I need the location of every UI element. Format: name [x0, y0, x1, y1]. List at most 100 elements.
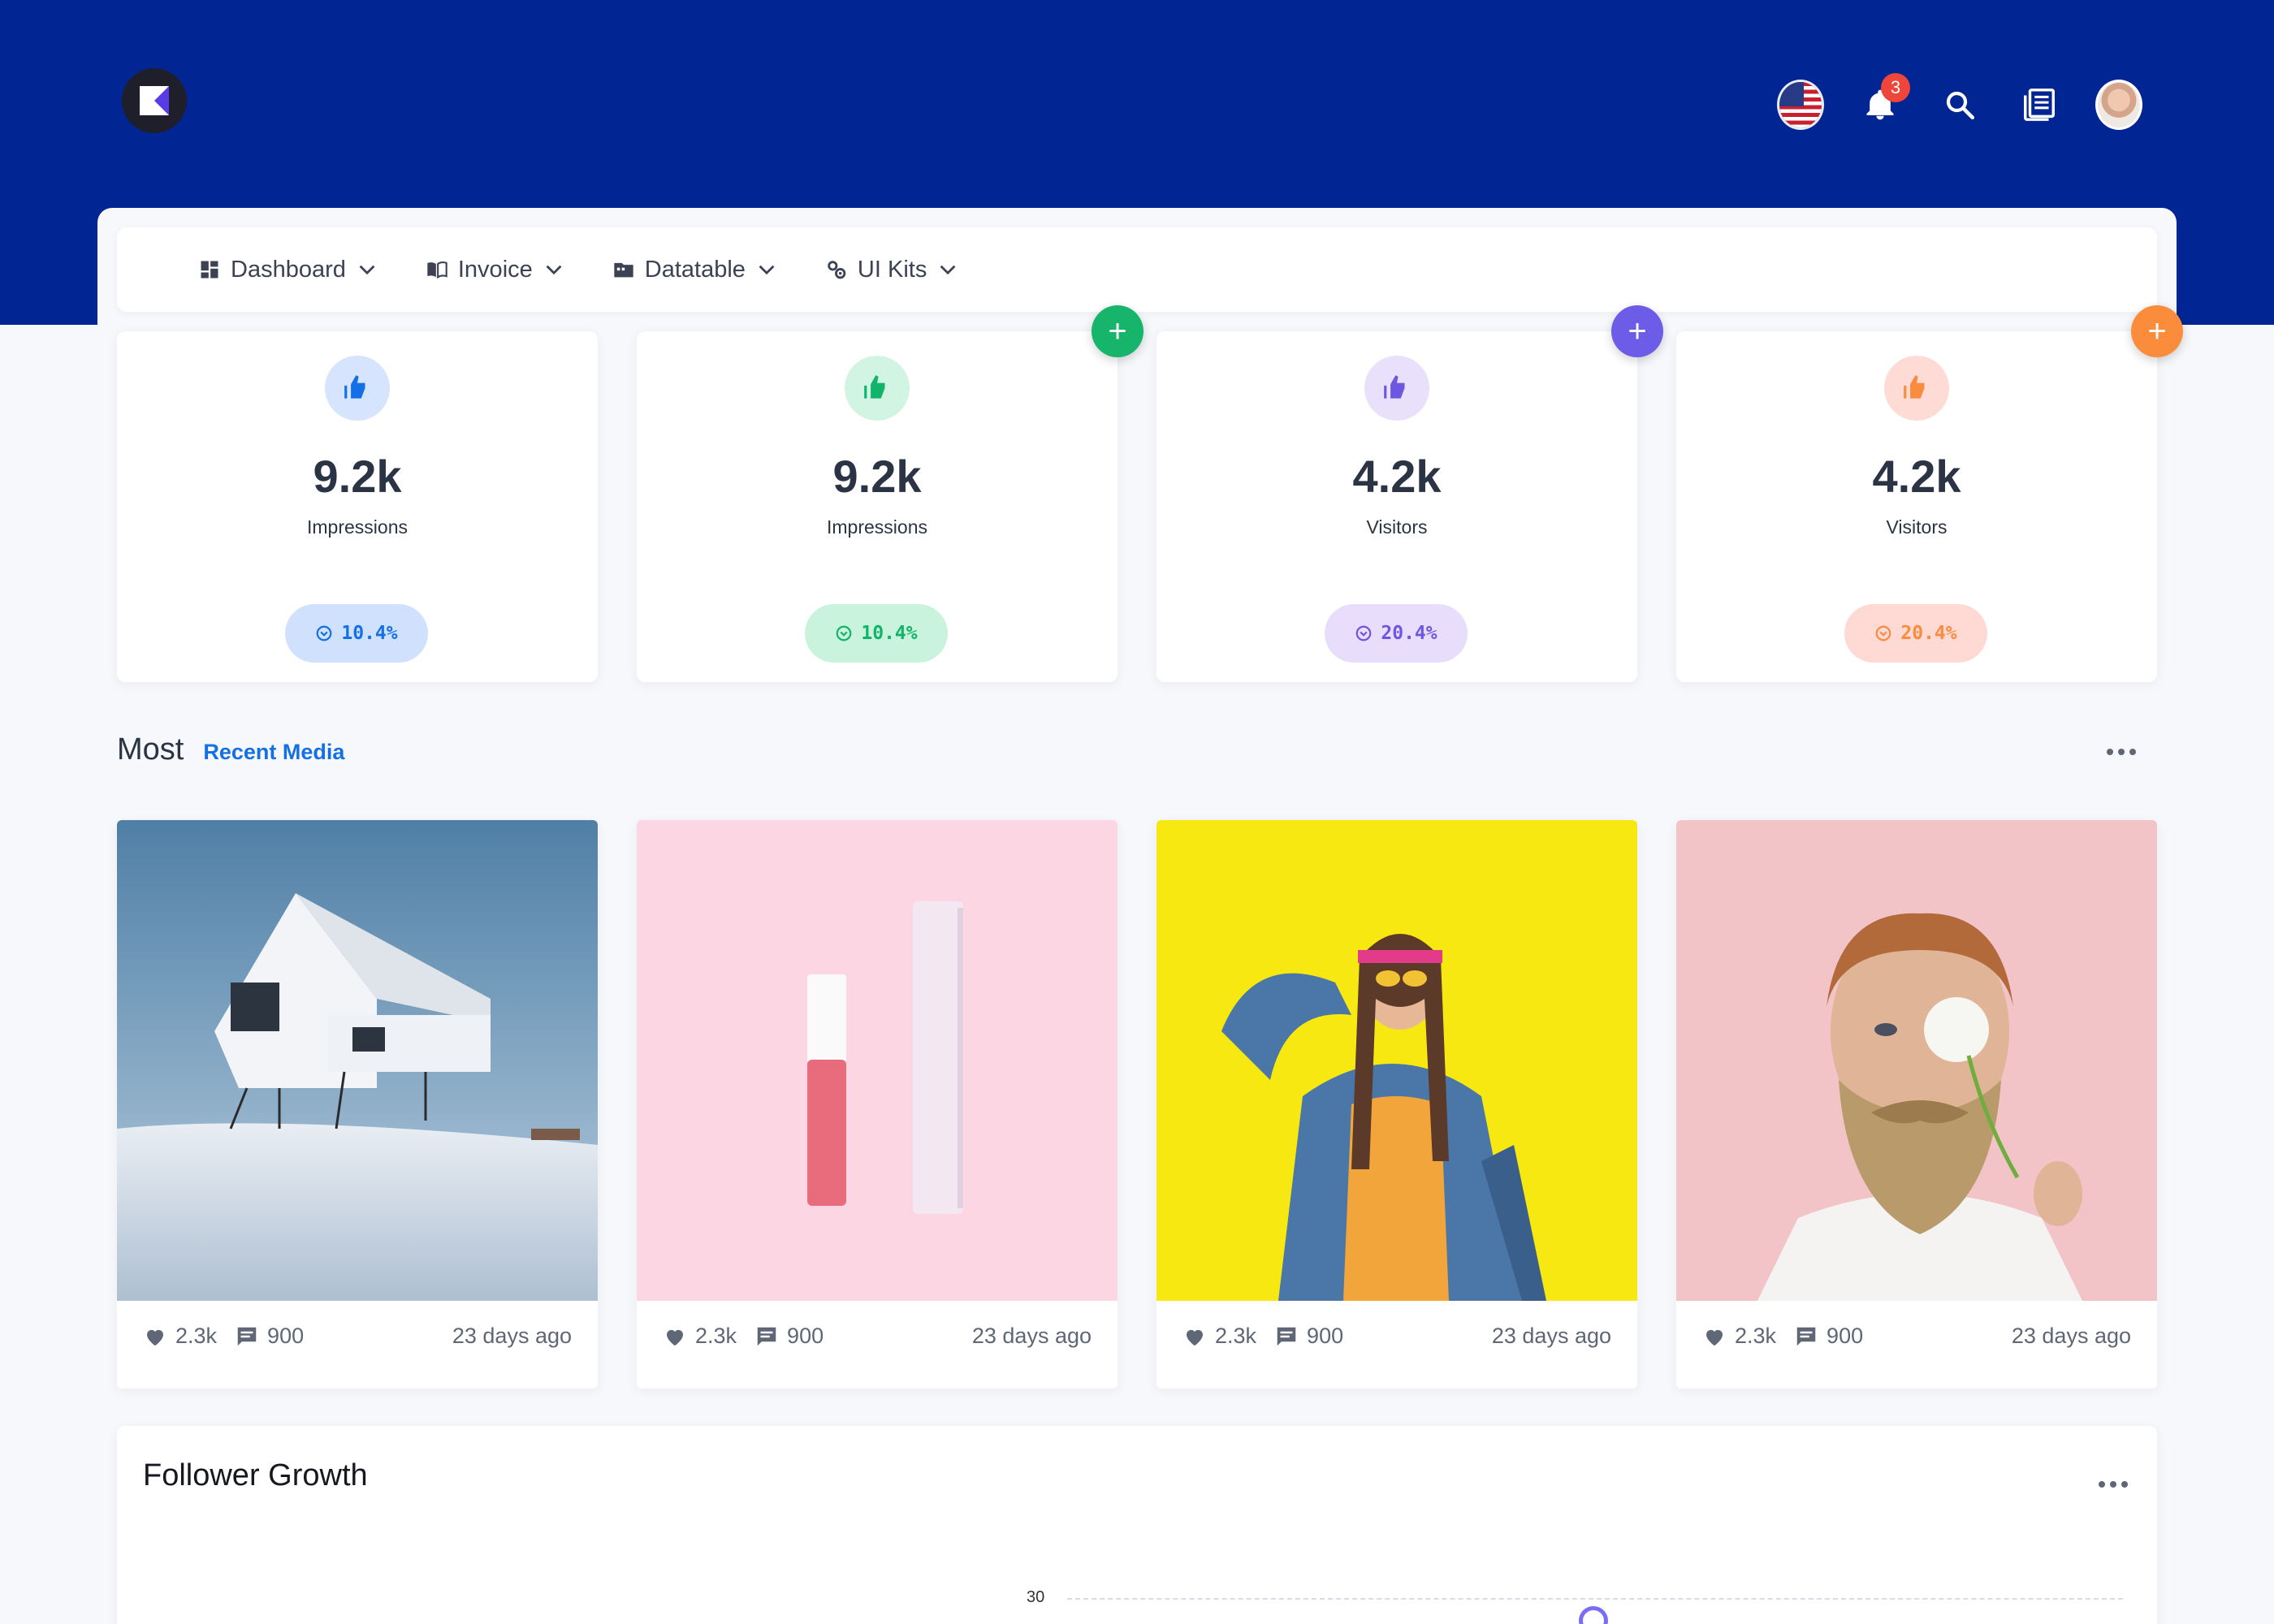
- media-card[interactable]: 2.3k 900 23 days ago: [1156, 820, 1637, 1389]
- main-panel: Dashboard Invoice Datatable UI Kits 9.2k…: [97, 208, 2183, 1624]
- main-nav: Dashboard Invoice Datatable UI Kits: [117, 227, 2157, 312]
- chevron-down-icon: [546, 265, 562, 275]
- plus-icon: +: [1108, 313, 1127, 349]
- notification-count-badge: 3: [1881, 73, 1910, 102]
- add-button[interactable]: +: [1611, 305, 1663, 357]
- section-title: Most: [117, 732, 184, 767]
- stat-value: 4.2k: [1352, 451, 1442, 502]
- media-section-header: Most Recent Media: [117, 732, 344, 767]
- search-icon: [1946, 91, 1975, 120]
- media-card[interactable]: 2.3k 900 23 days ago: [117, 820, 598, 1389]
- more-dots-icon: [2107, 749, 2113, 755]
- likes[interactable]: 2.3k: [663, 1324, 737, 1349]
- likes-count: 2.3k: [175, 1324, 218, 1348]
- user-menu[interactable]: [2095, 80, 2142, 130]
- comment-icon: [1277, 1327, 1296, 1345]
- news-button[interactable]: [2016, 81, 2063, 128]
- gears-icon: [828, 261, 846, 279]
- nav-ui-kits-label: UI Kits: [857, 256, 927, 283]
- media-card[interactable]: 2.3k 900 23 days ago: [637, 820, 1118, 1389]
- comments[interactable]: 900: [1274, 1324, 1343, 1349]
- stat-change-badge: 10.4%: [805, 604, 948, 663]
- stat-icon: [845, 356, 910, 421]
- add-button[interactable]: +: [1092, 305, 1143, 357]
- likes[interactable]: 2.3k: [143, 1324, 217, 1349]
- chevron-down-icon: [359, 265, 375, 275]
- app-logo[interactable]: [122, 68, 187, 133]
- growth-more-button[interactable]: [2089, 1468, 2138, 1501]
- nav-invoice[interactable]: Invoice: [426, 257, 565, 283]
- heart-icon: [1187, 1329, 1203, 1345]
- comments-count: 900: [1827, 1324, 1864, 1348]
- chevron-down-icon: [759, 265, 775, 275]
- media-date: 23 days ago: [452, 1324, 572, 1348]
- likes-count: 2.3k: [1215, 1324, 1257, 1348]
- comments-count: 900: [267, 1324, 305, 1348]
- add-button[interactable]: +: [2131, 305, 2183, 357]
- stat-value: 4.2k: [1872, 451, 1961, 502]
- stat-label: Impressions: [827, 516, 927, 538]
- chevron-down-icon: [940, 265, 956, 275]
- data-point[interactable]: [1579, 1606, 1608, 1624]
- likes[interactable]: 2.3k: [1182, 1324, 1256, 1349]
- thumbs-up-icon: [864, 375, 885, 399]
- stat-label: Impressions: [307, 516, 408, 538]
- stat-card: 9.2k Impressions 10.4%: [117, 331, 598, 682]
- arrow-down-circle-icon: [837, 625, 852, 641]
- comments[interactable]: 900: [1794, 1324, 1863, 1349]
- stat-label: Visitors: [1366, 516, 1428, 538]
- stat-icon: [325, 356, 390, 421]
- stat-value: 9.2k: [313, 451, 402, 502]
- media-image-house: [117, 820, 598, 1301]
- follower-growth-card: Follower Growth 30: [117, 1426, 2157, 1624]
- heart-icon: [147, 1329, 163, 1345]
- media-image-bearded-man: [1676, 820, 2157, 1301]
- heart-icon: [667, 1329, 683, 1345]
- nav-datatable-label: Datatable: [644, 256, 746, 283]
- comments-count: 900: [787, 1324, 824, 1348]
- language-selector[interactable]: [1777, 80, 1824, 130]
- newspaper-icon: [2024, 89, 2055, 121]
- comments[interactable]: 900: [235, 1324, 304, 1349]
- grid-line: [1067, 1598, 2123, 1600]
- comment-icon: [757, 1327, 776, 1345]
- stat-card: + 4.2k Visitors 20.4%: [1156, 305, 1663, 682]
- growth-title: Follower Growth: [143, 1458, 368, 1492]
- nav-invoice-label: Invoice: [457, 256, 533, 283]
- stat-card: + 4.2k Visitors 20.4%: [1676, 305, 2183, 682]
- media-date: 23 days ago: [2011, 1324, 2131, 1348]
- media-date: 23 days ago: [971, 1324, 1092, 1348]
- nav-ui-kits[interactable]: UI Kits: [825, 257, 959, 283]
- plus-icon: +: [1628, 313, 1647, 349]
- comments[interactable]: 900: [754, 1324, 824, 1349]
- stat-change-value: 10.4%: [341, 623, 398, 644]
- heart-icon: [1706, 1329, 1723, 1345]
- dashboard-icon: [201, 261, 218, 279]
- section-subtitle-link[interactable]: Recent Media: [203, 740, 344, 765]
- media-footer: 2.3k 900 23 days ago: [143, 1324, 572, 1349]
- stat-change-badge: 20.4%: [1325, 604, 1468, 663]
- nav-datatable[interactable]: Datatable: [612, 257, 778, 283]
- arrow-down-circle-icon: [1876, 625, 1891, 641]
- comments-count: 900: [1307, 1324, 1344, 1348]
- nav-dashboard[interactable]: Dashboard: [198, 257, 378, 283]
- comment-icon: [237, 1327, 257, 1345]
- media-more-button[interactable]: [2097, 736, 2146, 768]
- logo-mark-icon: [140, 86, 169, 115]
- book-icon: [427, 261, 447, 279]
- media-image-woman: [1156, 820, 1637, 1301]
- stat-label: Visitors: [1886, 516, 1948, 538]
- notifications-button[interactable]: 3: [1857, 73, 1910, 128]
- stat-value: 9.2k: [832, 451, 922, 502]
- stat-change-badge: 20.4%: [1844, 604, 1987, 663]
- stat-change-badge: 10.4%: [285, 604, 428, 663]
- likes[interactable]: 2.3k: [1702, 1324, 1776, 1349]
- media-footer: 2.3k 900 23 days ago: [663, 1324, 1092, 1349]
- search-button[interactable]: [1936, 81, 1983, 128]
- likes-count: 2.3k: [695, 1324, 737, 1348]
- more-dots-icon: [2099, 1481, 2105, 1488]
- media-card[interactable]: 2.3k 900 23 days ago: [1676, 820, 2157, 1389]
- arrow-down-circle-icon: [317, 625, 332, 641]
- media-footer: 2.3k 900 23 days ago: [1182, 1324, 1611, 1349]
- media-footer: 2.3k 900 23 days ago: [1702, 1324, 2131, 1349]
